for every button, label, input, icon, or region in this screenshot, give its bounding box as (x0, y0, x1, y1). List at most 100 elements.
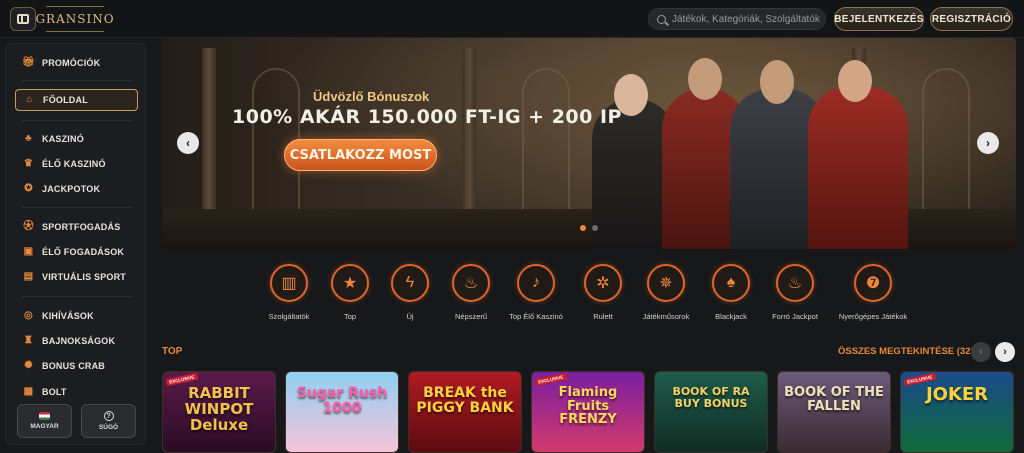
game-card[interactable]: EXCLUSIVE JOKER (900, 371, 1014, 453)
sidebar-icon (17, 14, 29, 24)
sidebar-item-label: BAJNOKSÁGOK (42, 336, 116, 346)
join-now-button[interactable]: CSATLAKOZZ MOST (284, 139, 437, 171)
sidebar-item-tournaments[interactable]: ♜ BAJNOKSÁGOK (15, 330, 138, 352)
sidebar-item-live-casino[interactable]: ♛ ÉLŐ KASZINÓ (15, 153, 138, 175)
chevron-left-icon: ‹ (979, 346, 983, 358)
language-button[interactable]: MAGYAR (17, 404, 72, 438)
sidebar-item-label: BOLT (42, 387, 67, 397)
category-slots[interactable]: ❼ Nyerőgépes Játékok (834, 264, 912, 321)
game-card[interactable]: BREAK the PIGGY BANK (408, 371, 522, 453)
banner-next-button[interactable]: › (977, 132, 999, 154)
sidebar-item-label: ÉLŐ KASZINÓ (42, 159, 106, 169)
carousel-prev-button[interactable]: ‹ (971, 342, 991, 362)
language-label: MAGYAR (30, 423, 59, 430)
banner-character-head (760, 60, 794, 104)
banner-subtitle: Üdvözlő Bónuszok (313, 89, 430, 104)
help-label: SÚGÓ (98, 424, 119, 431)
game-card[interactable]: Sugar Rush 1000 (285, 371, 399, 453)
sidebar-item-label: ÉLŐ FOGADÁSOK (42, 247, 125, 257)
pagination-dot[interactable] (592, 225, 598, 231)
game-card[interactable]: BOOK OF THE FALLEN (777, 371, 891, 453)
banner-pagination (580, 225, 598, 231)
ball-icon: ⚽︎ (23, 221, 34, 232)
banner-decoration (922, 68, 970, 218)
banner-character-head (838, 60, 872, 102)
carousel-next-button[interactable]: › (995, 342, 1015, 362)
banner-character (808, 87, 908, 249)
sidebar-item-label: FŐOLDAL (43, 95, 88, 105)
star-icon: ★ (331, 264, 369, 302)
gift-icon: 🎁︎ (22, 57, 35, 68)
home-icon: ⌂ (26, 94, 33, 105)
sidebar-item-label: VIRTUÁLIS SPORT (42, 272, 127, 282)
slot-machine-icon: ▥ (270, 264, 308, 302)
login-button[interactable]: BEJELENTKEZÉS (834, 7, 924, 31)
top-bar: GRANSINO BEJELENTKEZÉS REGISZTRÁCIÓ (0, 0, 1024, 38)
promo-banner[interactable]: Üdvözlő Bónuszok 100% AKÁR 150.000 FT-IG… (162, 38, 1016, 249)
category-label: Rulett (593, 312, 613, 321)
search-bar[interactable] (648, 8, 826, 30)
register-button[interactable]: REGISZTRÁCIÓ (930, 7, 1013, 31)
category-label: Népszerű (454, 312, 488, 321)
sidebar-item-virtual-sport[interactable]: ▤ VIRTUÁLIS SPORT (15, 266, 138, 288)
category-hot-jackpot[interactable]: ♨ Forró Jackpot (756, 264, 834, 321)
sidebar-item-sports[interactable]: ⚽︎ SPORTFOGADÁS (15, 216, 138, 238)
sidebar-item-label: BONUS CRAB (42, 361, 106, 371)
category-label: Játékműsorok (642, 312, 690, 321)
roulette-icon: ✲ (584, 264, 622, 302)
divider (21, 207, 133, 208)
see-all-link[interactable]: ÖSSZES MEGTEKINTÉSE (321) › (838, 346, 985, 357)
chevron-right-icon: › (986, 136, 990, 150)
divider (21, 80, 133, 81)
divider (21, 120, 133, 121)
fire-icon: ♨ (452, 264, 490, 302)
crab-icon: ✺ (24, 360, 33, 371)
category-label: Szolgáltatók (268, 312, 310, 321)
game-card[interactable]: BOOK OF RA BUY BONUS (654, 371, 768, 453)
banner-title: 100% AKÁR 150.000 FT-IG + 200 IP (232, 106, 622, 128)
logo[interactable]: GRANSINO (35, 6, 114, 32)
target-icon: ◎ (24, 310, 33, 321)
microphone-icon: ♪ (517, 264, 555, 302)
game-card[interactable]: EXCLUSIVE RABBIT WINPOT Deluxe (162, 371, 276, 453)
banner-character-head (688, 58, 722, 100)
sidebar-item-bonus-crab[interactable]: ✺ BONUS CRAB (15, 355, 138, 377)
category-label: Top (343, 312, 357, 321)
live-bet-icon: ▣ (23, 246, 34, 257)
sidebar-item-promotions[interactable]: 🎁︎ PROMÓCIÓK (15, 52, 138, 74)
help-icon: ? (103, 411, 114, 421)
sidebar-item-home[interactable]: ⌂ FŐOLDAL (15, 89, 138, 111)
divider (21, 296, 133, 297)
sidebar-item-shop[interactable]: ▦ BOLT (15, 381, 138, 403)
pagination-dot[interactable] (580, 225, 586, 231)
category-label: Nyerőgépes Játékok (838, 312, 908, 321)
banner-decoration (522, 68, 570, 218)
sidebar-item-challenges[interactable]: ◎ KIHÍVÁSOK (15, 305, 138, 327)
game-title: RABBIT WINPOT Deluxe (184, 384, 254, 434)
category-label: Top Élő Kaszinó (509, 312, 563, 321)
sidebar-item-label: SPORTFOGADÁS (42, 222, 121, 232)
search-icon (657, 14, 666, 24)
slot-icon: ❼ (854, 264, 892, 302)
see-all-label: ÖSSZES MEGTEKINTÉSE (321) (838, 346, 979, 357)
category-label: Forró Jackpot (772, 312, 818, 321)
game-title: BOOK OF THE FALLEN (784, 385, 884, 414)
sidebar-item-label: KASZINÓ (42, 134, 84, 144)
section-title: TOP (162, 346, 183, 357)
sidebar-item-label: JACKPOTOK (42, 184, 101, 194)
sidebar-item-casino[interactable]: ♣ KASZINÓ (15, 128, 138, 150)
banner-prev-button[interactable]: ‹ (177, 132, 199, 154)
category-label: Új (406, 312, 414, 321)
sidebar-item-live-bets[interactable]: ▣ ÉLŐ FOGADÁSOK (15, 241, 138, 263)
sidebar-item-jackpots[interactable]: ✪ JACKPOTOK (15, 178, 138, 200)
game-card[interactable]: EXCLUSIVE Flaming Fruits FRENZY (531, 371, 645, 453)
sidebar-item-label: KIHÍVÁSOK (42, 311, 94, 321)
chevron-left-icon: ‹ (186, 136, 190, 150)
wheel-icon: ✵ (647, 264, 685, 302)
sidebar-toggle-button[interactable] (10, 7, 36, 31)
help-button[interactable]: ? SÚGÓ (81, 404, 136, 438)
casino-icon: ♣ (25, 133, 32, 144)
search-input[interactable] (672, 13, 822, 25)
flag-icon (39, 412, 50, 420)
cards-icon: ♠ (712, 264, 750, 302)
